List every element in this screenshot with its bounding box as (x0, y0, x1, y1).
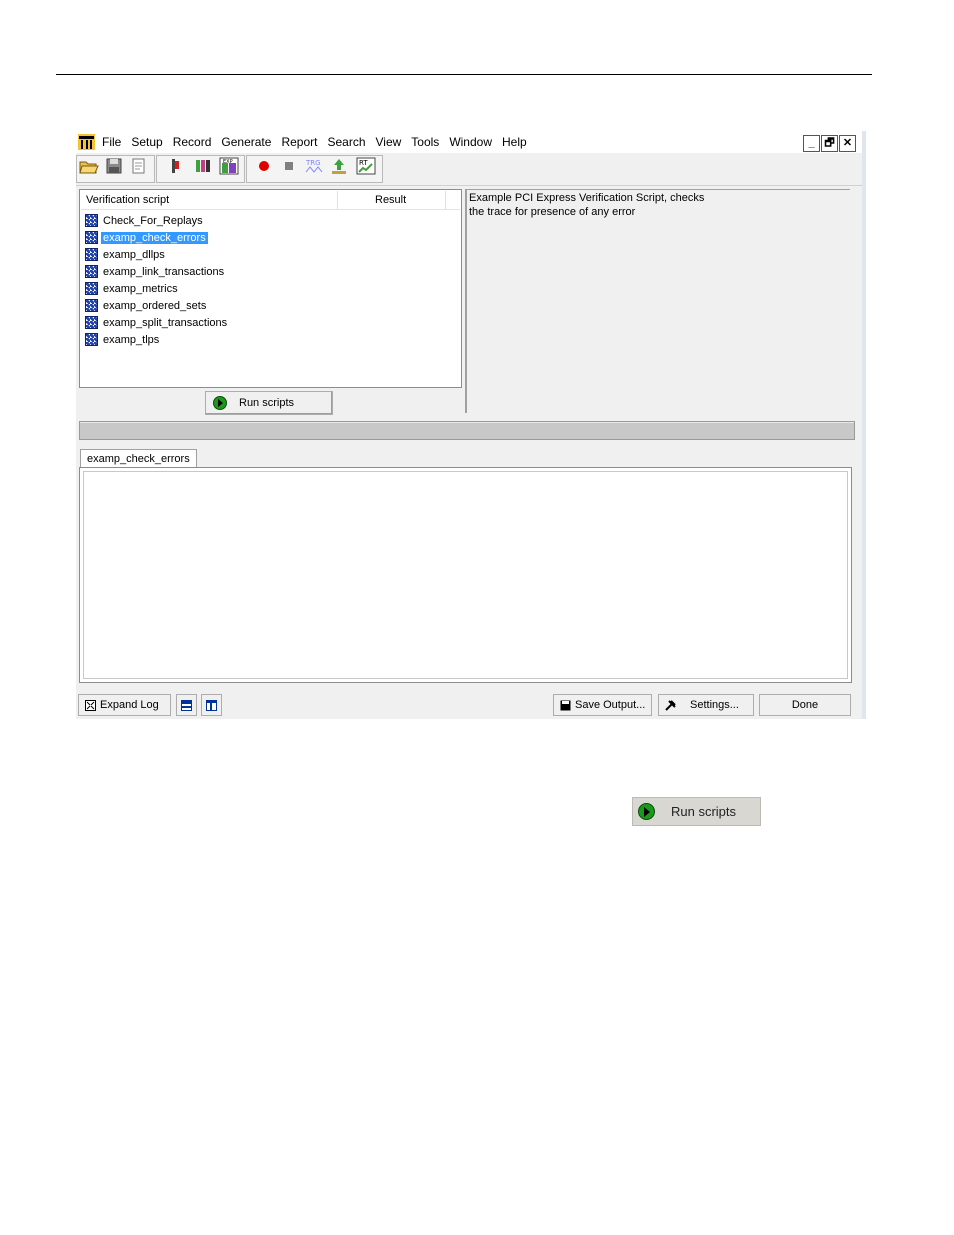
toolbar: EXP TRG RT (76, 153, 862, 186)
play-icon (213, 396, 227, 410)
list-header: Verification script Result (81, 191, 460, 210)
script-icon (85, 248, 98, 261)
menu-search[interactable]: Search (327, 135, 365, 149)
restore-button[interactable]: 🗗 (821, 135, 838, 152)
minimize-button[interactable]: _ (803, 135, 820, 152)
script-rows: Check_For_Replays examp_check_errors exa… (85, 212, 229, 348)
app-logo-icon[interactable] (78, 134, 95, 150)
menu-report[interactable]: Report (281, 135, 317, 149)
exp-icon[interactable]: EXP (219, 157, 239, 175)
window-controls: _ 🗗 ✕ (803, 135, 856, 152)
script-item[interactable]: examp_link_transactions (85, 263, 229, 280)
script-item[interactable]: examp_tlps (85, 331, 229, 348)
script-item[interactable]: examp_dllps (85, 246, 229, 263)
done-label: Done (791, 699, 819, 711)
script-icon (85, 282, 98, 295)
column-verification-script[interactable]: Verification script (86, 191, 338, 209)
description-line-1: Example PCI Express Verification Script,… (469, 192, 705, 204)
script-list: Verification script Result Check_For_Rep… (79, 189, 462, 388)
trg-label: TRG (305, 159, 321, 167)
open-folder-icon[interactable] (79, 157, 99, 175)
script-item[interactable]: examp_metrics (85, 280, 229, 297)
run-scripts-label: Run scripts (239, 397, 295, 409)
script-icon (85, 299, 98, 312)
script-icon (85, 265, 98, 278)
column-result[interactable]: Result (375, 191, 446, 209)
split-horizontal-button[interactable] (176, 694, 197, 716)
split-vertical-button[interactable] (201, 694, 222, 716)
expand-icon (85, 699, 96, 711)
close-button[interactable]: ✕ (839, 135, 856, 152)
settings-label: Settings... (690, 699, 739, 711)
edit-icon[interactable] (129, 157, 149, 175)
run-scripts-example-label: Run scripts (671, 804, 737, 819)
expand-log-label: Expand Log (100, 699, 159, 711)
script-icon (85, 214, 98, 227)
save-icon[interactable] (104, 157, 124, 175)
trigger-icon[interactable]: TRG (304, 157, 324, 175)
split-vertical-icon (206, 699, 217, 711)
menu-setup[interactable]: Setup (131, 135, 162, 149)
menu-bar: File Setup Record Generate Report Search… (76, 131, 862, 153)
hammer-icon (665, 699, 676, 711)
tab-log[interactable]: examp_check_errors (80, 449, 197, 468)
rt-label: RT (359, 159, 368, 167)
script-item[interactable]: Check_For_Replays (85, 212, 229, 229)
settings-button[interactable]: Settings... (658, 694, 754, 716)
script-item-selected[interactable]: examp_check_errors (85, 229, 229, 246)
menu-generate[interactable]: Generate (221, 135, 271, 149)
tool-icon[interactable] (165, 157, 185, 175)
menu-record[interactable]: Record (173, 135, 212, 149)
split-horizontal-icon (181, 699, 192, 711)
menu-tools[interactable]: Tools (411, 135, 439, 149)
menu-window[interactable]: Window (449, 135, 492, 149)
script-item[interactable]: examp_split_transactions (85, 314, 229, 331)
run-scripts-button-example[interactable]: Run scripts (632, 797, 761, 826)
log-output[interactable] (79, 467, 852, 683)
realtime-icon[interactable]: RT (356, 157, 376, 175)
script-item[interactable]: examp_ordered_sets (85, 297, 229, 314)
done-button[interactable]: Done (759, 694, 851, 716)
description-line-2: the trace for presence of any error (469, 206, 636, 218)
filter-icon[interactable] (194, 157, 214, 175)
exp-label: EXP (223, 159, 233, 165)
verification-window: File Setup Record Generate Report Search… (76, 131, 866, 719)
progress-bar (79, 421, 855, 440)
save-output-label: Save Output... (575, 699, 646, 711)
menu-help[interactable]: Help (502, 135, 527, 149)
script-icon (85, 231, 98, 244)
script-icon (85, 316, 98, 329)
play-icon (638, 803, 655, 820)
menu-view[interactable]: View (376, 135, 402, 149)
stop-icon[interactable] (279, 157, 299, 175)
upload-icon[interactable] (329, 157, 349, 175)
menu: File Setup Record Generate Report Search… (102, 135, 537, 149)
save-icon (560, 700, 571, 710)
save-output-button[interactable]: Save Output... (553, 694, 652, 716)
record-icon[interactable] (254, 157, 274, 175)
bottom-bar: Expand Log Save Output... Settings... Do… (76, 691, 862, 719)
page-rule (56, 74, 872, 75)
script-icon (85, 333, 98, 346)
script-description: Example PCI Express Verification Script,… (465, 189, 850, 413)
window-border (862, 131, 866, 719)
expand-log-button[interactable]: Expand Log (78, 694, 171, 716)
menu-file[interactable]: File (102, 135, 121, 149)
run-scripts-button[interactable]: Run scripts (205, 391, 333, 415)
